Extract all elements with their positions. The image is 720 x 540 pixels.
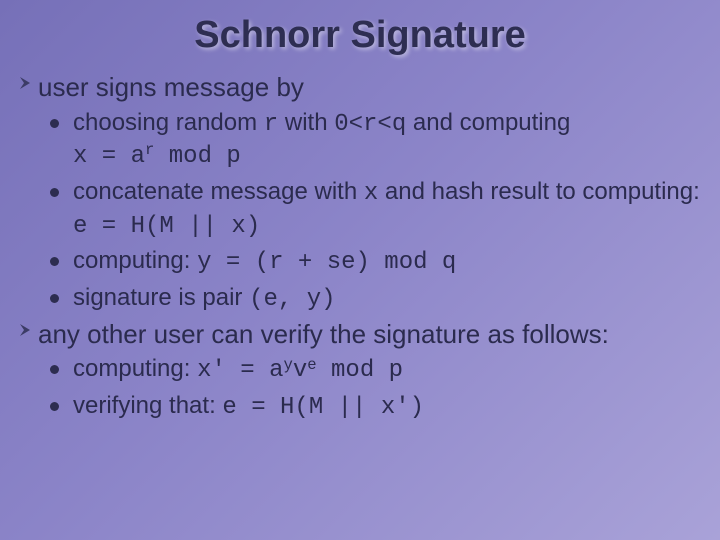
chevron-right-icon: [18, 322, 38, 338]
txt: choosing random: [73, 109, 264, 136]
dot-icon: [50, 365, 59, 374]
dot-icon: [50, 294, 59, 303]
txt: computing:: [73, 247, 197, 274]
code-x-eq: x = ar mod p: [73, 143, 241, 170]
txt: and hash result to computing:: [378, 178, 700, 205]
code-verify-e: e = H(M || x'): [222, 394, 424, 421]
top-text: user signs message by: [38, 71, 304, 104]
code-r: r: [264, 111, 278, 138]
txt: x = a: [73, 143, 145, 170]
code-pair: (e, y): [249, 286, 335, 313]
txt: mod p: [317, 357, 403, 384]
txt: concatenate message with: [73, 178, 364, 205]
sub-item-concatenate: concatenate message with x and hash resu…: [50, 177, 702, 242]
sub-item-compute-xprime: computing: x' = ayve mod p: [50, 354, 702, 387]
sub-item-choose-random: choosing random r with 0<r<q and computi…: [50, 108, 702, 173]
sub-item-verify-e: verifying that: e = H(M || x'): [50, 391, 702, 424]
top-item-verify: any other user can verify the signature …: [18, 318, 702, 351]
sub-item-signature-pair: signature is pair (e, y): [50, 283, 702, 316]
code-range: 0<r<q: [334, 111, 406, 138]
txt-v: v: [293, 357, 307, 384]
sub-text: verifying that: e = H(M || x'): [73, 391, 424, 424]
dot-icon: [50, 402, 59, 411]
txt: mod p: [154, 143, 240, 170]
sub-text: signature is pair (e, y): [73, 283, 336, 316]
dot-icon: [50, 119, 59, 128]
sub-text: concatenate message with x and hash resu…: [73, 177, 702, 242]
sub-item-compute-y: computing: y = (r + se) mod q: [50, 246, 702, 279]
sup-y: y: [284, 356, 293, 374]
sup-r: r: [145, 141, 154, 159]
dot-icon: [50, 188, 59, 197]
text-signs-message: signs message by: [89, 72, 304, 102]
code-y-eq: y = (r + se) mod q: [197, 249, 456, 276]
text-user: user: [38, 72, 89, 102]
sub-text: computing: y = (r + se) mod q: [73, 246, 456, 279]
slide: Schnorr Signature user signs message by …: [0, 0, 720, 540]
dot-icon: [50, 257, 59, 266]
chevron-right-icon: [18, 75, 38, 91]
sup-e: e: [307, 356, 316, 374]
outer-list: user signs message by choosing random r …: [18, 71, 702, 424]
top-text-verify: any other user can verify the signature …: [38, 318, 609, 351]
sub-text: computing: x' = ayve mod p: [73, 354, 403, 387]
txt: x' = a: [197, 357, 283, 384]
top-item-user-signs: user signs message by: [18, 71, 702, 104]
code-x: x: [364, 180, 378, 207]
txt: with: [278, 109, 334, 136]
code-e-eq: e = H(M || x): [73, 213, 260, 240]
slide-title: Schnorr Signature: [18, 14, 702, 57]
code-xprime: x' = ayve mod p: [197, 357, 403, 384]
txt: computing:: [73, 355, 197, 382]
sub-text: choosing random r with 0<r<q and computi…: [73, 108, 570, 173]
sublist-verify: computing: x' = ayve mod p verifying tha…: [18, 354, 702, 423]
sublist-sign: choosing random r with 0<r<q and computi…: [18, 108, 702, 316]
txt: signature is pair: [73, 284, 249, 311]
txt: verifying that:: [73, 392, 222, 419]
txt: and computing: [406, 109, 570, 136]
